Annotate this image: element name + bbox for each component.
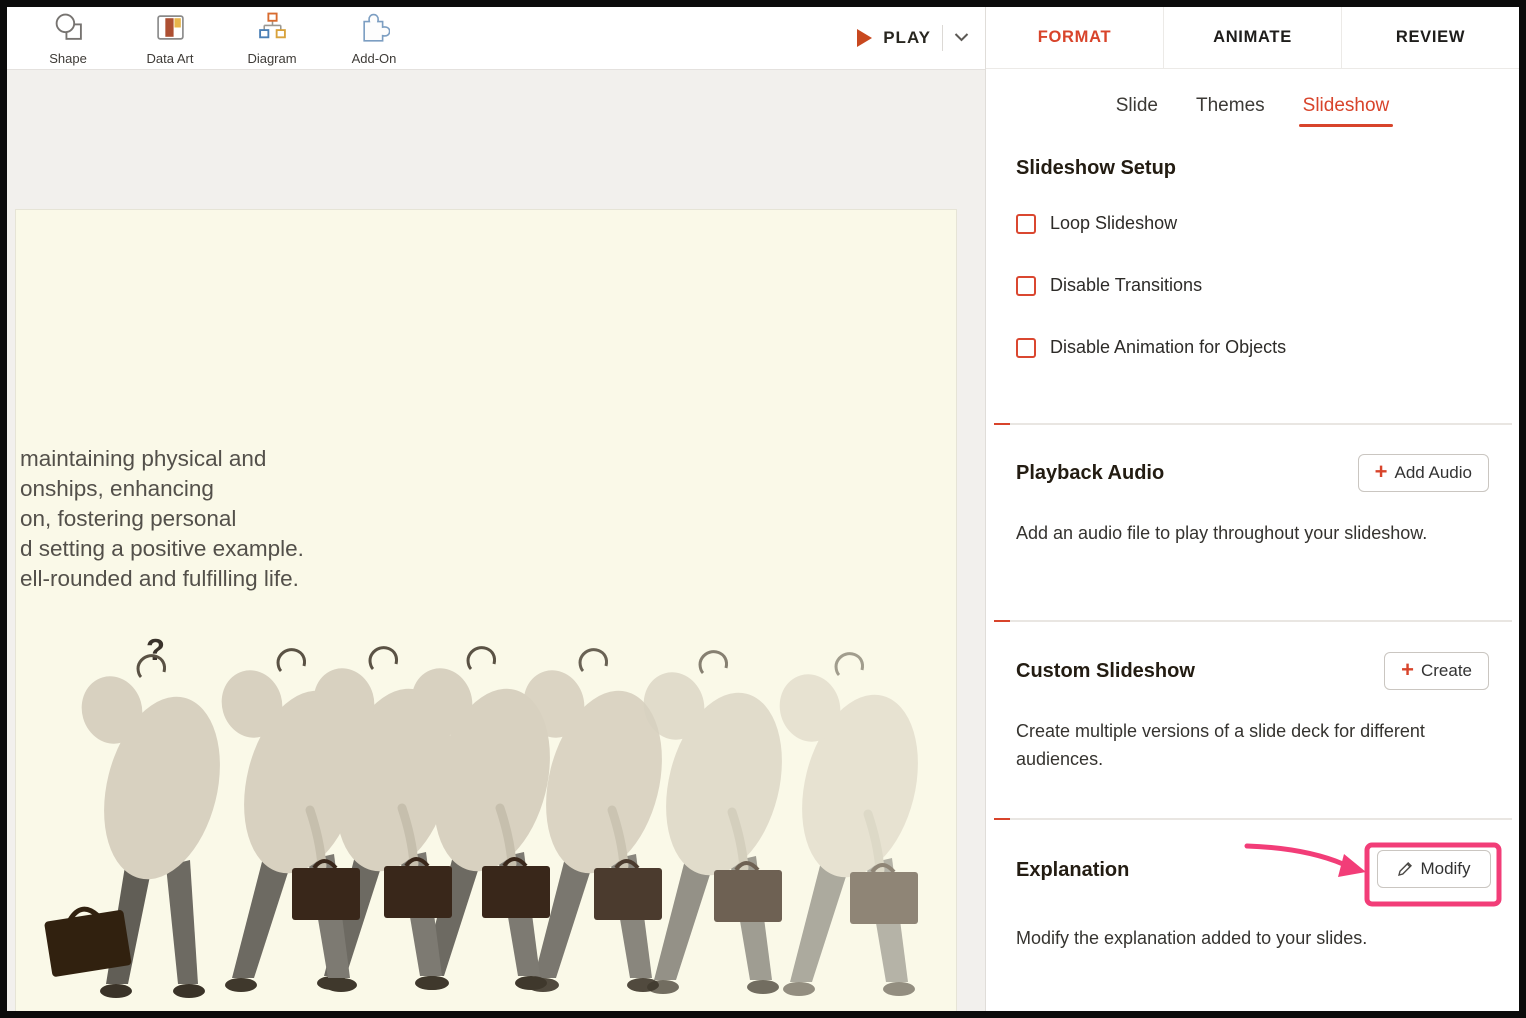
pencil-icon [1397, 861, 1413, 877]
toolbar: Shape Data Art Diagram Add-On PLAY [7, 7, 985, 70]
explanation-description: Modify the explanation added to your sli… [1016, 928, 1368, 948]
format-panel: FORMAT ANIMATE REVIEW Slide Themes Slide… [985, 7, 1519, 1011]
toolbar-item-diagram[interactable]: Diagram [233, 12, 311, 66]
create-label: Create [1420, 661, 1472, 680]
loop-slideshow-label: Loop Slideshow [1050, 213, 1178, 233]
section-divider [994, 620, 1512, 622]
add-on-icon [359, 12, 390, 48]
subtab-slideshow[interactable]: Slideshow [1298, 95, 1393, 127]
businessmen-illustration [44, 630, 956, 1011]
modify-label: Modify [1420, 859, 1471, 878]
slideshow-setup-title: Slideshow Setup [1016, 157, 1177, 179]
slide-text-line: d setting a positive example. [20, 536, 304, 561]
create-button[interactable]: + Create [1384, 652, 1489, 690]
disable-animation-checkbox[interactable] [1016, 337, 1036, 358]
add-audio-button[interactable]: + Add Audio [1357, 454, 1489, 492]
diagram-icon [257, 12, 288, 48]
toolbar-item-label: Shape [49, 51, 87, 66]
modify-button[interactable]: Modify [1377, 850, 1491, 888]
toolbar-items: Shape Data Art Diagram Add-On [29, 12, 413, 66]
play-separator [942, 25, 943, 51]
tab-format[interactable]: FORMAT [986, 7, 1163, 68]
plus-icon: + [1374, 459, 1388, 484]
custom-slideshow-title: Custom Slideshow [1016, 660, 1195, 682]
disable-transitions-option[interactable]: Disable Transitions [1016, 275, 1202, 296]
ground-briefcase [44, 906, 132, 977]
slide-text-line: maintaining physical and [20, 446, 267, 471]
app-window: Shape Data Art Diagram Add-On PLAY maint… [0, 0, 1526, 1018]
toolbar-item-shape[interactable]: Shape [29, 12, 107, 66]
slide-canvas[interactable]: maintaining physical and onships, enhanc… [16, 210, 956, 1011]
loop-slideshow-checkbox[interactable] [1016, 213, 1036, 234]
disable-transitions-label: Disable Transitions [1050, 275, 1203, 295]
data-art-icon [155, 12, 186, 48]
toolbar-item-label: Diagram [247, 51, 297, 66]
toolbar-item-label: Add-On [351, 51, 397, 66]
explanation-title: Explanation [1016, 859, 1130, 881]
playback-audio-description: Add an audio file to play throughout you… [1016, 523, 1428, 543]
tab-review[interactable]: REVIEW [1341, 7, 1519, 68]
chevron-down-icon[interactable] [954, 29, 969, 47]
section-divider [994, 818, 1512, 820]
add-audio-label: Add Audio [1394, 463, 1472, 482]
tab-animate[interactable]: ANIMATE [1163, 7, 1341, 68]
play-control: PLAY [857, 7, 969, 69]
slide-text-line: onships, enhancing [20, 476, 214, 501]
subtab-themes[interactable]: Themes [1196, 95, 1265, 127]
loop-slideshow-option[interactable]: Loop Slideshow [1016, 213, 1177, 234]
subtab-slide[interactable]: Slide [1116, 95, 1158, 127]
shape-icon [53, 12, 84, 48]
disable-animation-option[interactable]: Disable Animation for Objects [1016, 337, 1286, 358]
playback-audio-title: Playback Audio [1016, 462, 1165, 484]
section-divider [994, 423, 1512, 425]
panel-subtabs: Slide Themes Slideshow [986, 95, 1519, 127]
slide-text-line: on, fostering personal [20, 506, 237, 531]
slide-text-block: maintaining physical and onships, enhanc… [20, 444, 304, 594]
disable-transitions-checkbox[interactable] [1016, 275, 1036, 296]
toolbar-item-add-on[interactable]: Add-On [335, 12, 413, 66]
panel-tabbar: FORMAT ANIMATE REVIEW [986, 7, 1519, 69]
disable-animation-label: Disable Animation for Objects [1050, 337, 1287, 357]
toolbar-item-label: Data Art [146, 51, 194, 66]
plus-icon: + [1401, 657, 1414, 682]
custom-slideshow-description: Create multiple versions of a slide deck… [1016, 721, 1425, 769]
play-icon[interactable] [857, 29, 873, 47]
toolbar-item-data-art[interactable]: Data Art [131, 12, 209, 66]
slide-text-line: ell-rounded and fulfilling life. [20, 566, 299, 591]
play-button[interactable]: PLAY [883, 28, 931, 48]
